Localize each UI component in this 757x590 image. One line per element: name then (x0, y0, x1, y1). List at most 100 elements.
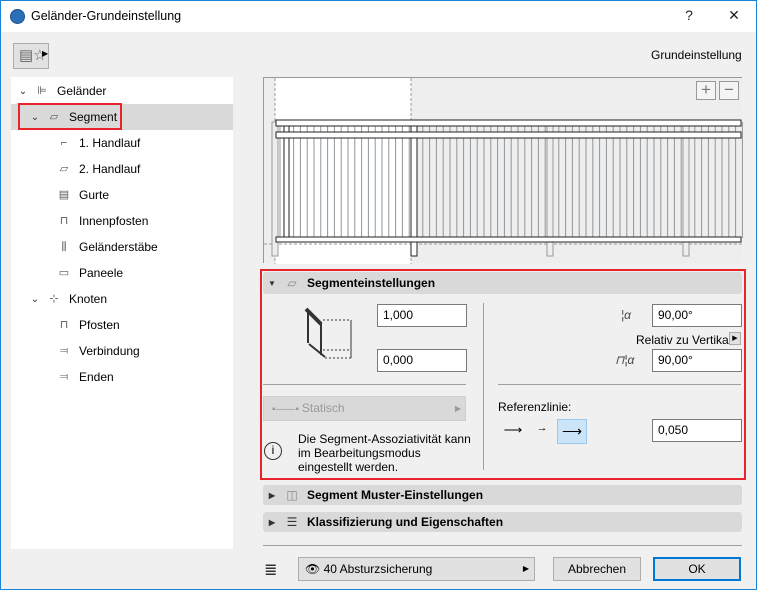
title-bar: Geländer-Grundeinstellung ? ✕ (1, 1, 756, 32)
associativity-button: ▪——▪ Statisch ▶ (263, 396, 466, 421)
arrow-right-icon: ▶ (42, 49, 49, 58)
zoom-in-button[interactable]: + (696, 81, 716, 100)
angle1-input[interactable]: 90,00° (652, 304, 742, 327)
info-text: Die Segment-Assoziativität kann im Bearb… (298, 432, 471, 474)
divider (498, 384, 741, 385)
post (271, 121, 279, 257)
post (546, 121, 554, 257)
chevron-down-icon[interactable]: ⌄ (17, 86, 29, 97)
tree-item-icon: ⊹ (49, 293, 59, 305)
segment-angle-icon: ⊓¦α (615, 353, 635, 367)
arrow-right-icon: ▶ (522, 564, 529, 573)
angle-icon: ¦α (621, 308, 631, 322)
dialog-window: Geländer-Grundeinstellung ? ✕ ▤☆ ▶ Grund… (0, 0, 757, 590)
tree-item-label: Innenpfosten (79, 214, 149, 228)
segment-icon: ▱ (287, 276, 297, 290)
relative-label: Relativ zu Vertikal (636, 333, 732, 347)
ref-left-button[interactable]: ⟶ (499, 422, 527, 442)
height-diagram-icon (304, 307, 352, 359)
tree-item[interactable]: ▭ Paneele (11, 260, 233, 286)
tree-item-label: Enden (79, 370, 114, 384)
tree-item[interactable]: ⌐ 1. Handlauf (11, 130, 233, 156)
tree-item[interactable]: ⫼ Geländerstäbe (11, 234, 233, 260)
ref-right-button[interactable]: ⟶ (557, 419, 587, 444)
chevron-down-icon[interactable]: ⌄ (29, 294, 41, 305)
handrail (275, 119, 742, 127)
collapse-triangle-icon: ▼ (268, 278, 276, 288)
tree-item-icon: ▭ (58, 267, 70, 279)
tree-item-icon: ⊓ (59, 215, 69, 227)
classification-header[interactable]: ▶ ☰ Klassifizierung und Eigenschaften (263, 512, 742, 532)
segment-area (275, 78, 411, 264)
expand-triangle-icon: ▶ (268, 490, 276, 500)
app-icon (10, 9, 25, 24)
railing-preview[interactable]: + − (263, 77, 743, 264)
expand-triangle-icon: ▶ (268, 517, 276, 527)
tree-item-icon: ⊫ (37, 85, 47, 97)
post (410, 121, 418, 257)
document-icon: ☰ (286, 515, 298, 529)
selection-highlight (18, 103, 122, 130)
tree-item-icon: ⫤ (59, 345, 69, 357)
close-button[interactable]: ✕ (724, 7, 744, 24)
ref-center-button[interactable]: → (531, 422, 553, 442)
reference-offset-input[interactable]: 0,050 (652, 419, 742, 442)
layer-value: 40 Absturzsicherung (323, 562, 433, 576)
tree-item[interactable]: ⌄ ⊹ Knoten (11, 286, 233, 312)
window-title: Geländer-Grundeinstellung (31, 9, 182, 23)
tree-item-label: Pfosten (79, 318, 120, 332)
height-input[interactable]: 1,000 (377, 304, 467, 327)
tree-item-label: 2. Handlauf (79, 162, 141, 176)
angle2-input[interactable]: 90,00° (652, 349, 742, 372)
tree-item-label: Verbindung (79, 344, 140, 358)
post (283, 121, 290, 239)
footer-divider (263, 545, 742, 546)
offset-input[interactable]: 0,000 (377, 349, 467, 372)
static-link-icon: ▪——▪ (272, 404, 302, 415)
eye-icon: 👁 (305, 562, 321, 576)
layer-icon: ≣ (264, 562, 278, 579)
tree-item[interactable]: ▤ Gurte (11, 182, 233, 208)
pattern-icon: ◫ (286, 488, 298, 502)
handrail (275, 131, 742, 139)
tree-item-icon: ⊓ (59, 319, 69, 331)
tree-item-label: 1. Handlauf (79, 136, 141, 150)
railing-drawing (264, 78, 743, 264)
section-title: Segment Muster-Einstellungen (307, 488, 484, 502)
tree-item[interactable]: ⌄ ⊫ Geländer (11, 78, 233, 104)
tree-item[interactable]: ⊓ Pfosten (11, 312, 233, 338)
layer-dropdown[interactable]: 👁 40 Absturzsicherung ▶ (298, 557, 535, 581)
post (682, 121, 690, 257)
mode-label: Grundeinstellung (651, 48, 742, 62)
tree-item-icon: ▤ (58, 189, 70, 201)
tree-item[interactable]: ⫤ Verbindung (11, 338, 233, 364)
associativity-label: Statisch (301, 401, 345, 415)
tree-item-icon: ▱ (59, 163, 69, 175)
favorites-button[interactable]: ▤☆ ▶ (13, 43, 49, 69)
tree-item[interactable]: ⊓ Innenpfosten (11, 208, 233, 234)
section-title: Segmenteinstellungen (307, 276, 436, 290)
tree-item[interactable]: ⫤ Enden (11, 364, 233, 390)
tree-item-icon: ⫼ (61, 241, 67, 253)
bottom-rail (275, 236, 742, 243)
arrow-right-icon: ▶ (454, 404, 461, 413)
zoom-out-button[interactable]: − (719, 81, 739, 100)
tree-item-icon: ⫤ (59, 371, 69, 383)
divider (263, 384, 466, 385)
section-title: Klassifizierung und Eigenschaften (307, 515, 504, 529)
tree-item-icon: ⌐ (60, 137, 68, 149)
segment-pattern-header[interactable]: ▶ ◫ Segment Muster-Einstellungen (263, 485, 742, 505)
relative-menu-button[interactable]: ▶ (729, 332, 741, 345)
tree-item-label: Knoten (69, 292, 108, 306)
vertical-divider (483, 303, 484, 470)
reference-line-label: Referenzlinie: (498, 400, 572, 414)
ok-button[interactable]: OK (653, 557, 741, 581)
tree-item-label: Geländer (57, 84, 107, 98)
segment-settings-header[interactable]: ▼ ▱ Segmenteinstellungen (263, 272, 742, 294)
tree-item-label: Paneele (79, 266, 124, 280)
cancel-button[interactable]: Abbrechen (553, 557, 641, 581)
info-icon: i (264, 442, 282, 460)
settings-tree: ⌄ ⊫ Geländer ⌄ ▱ Segment ⌐ 1. Handlauf ▱ 2. Handl… (11, 77, 233, 549)
help-button[interactable]: ? (679, 7, 699, 23)
tree-item[interactable]: ▱ 2. Handlauf (11, 156, 233, 182)
